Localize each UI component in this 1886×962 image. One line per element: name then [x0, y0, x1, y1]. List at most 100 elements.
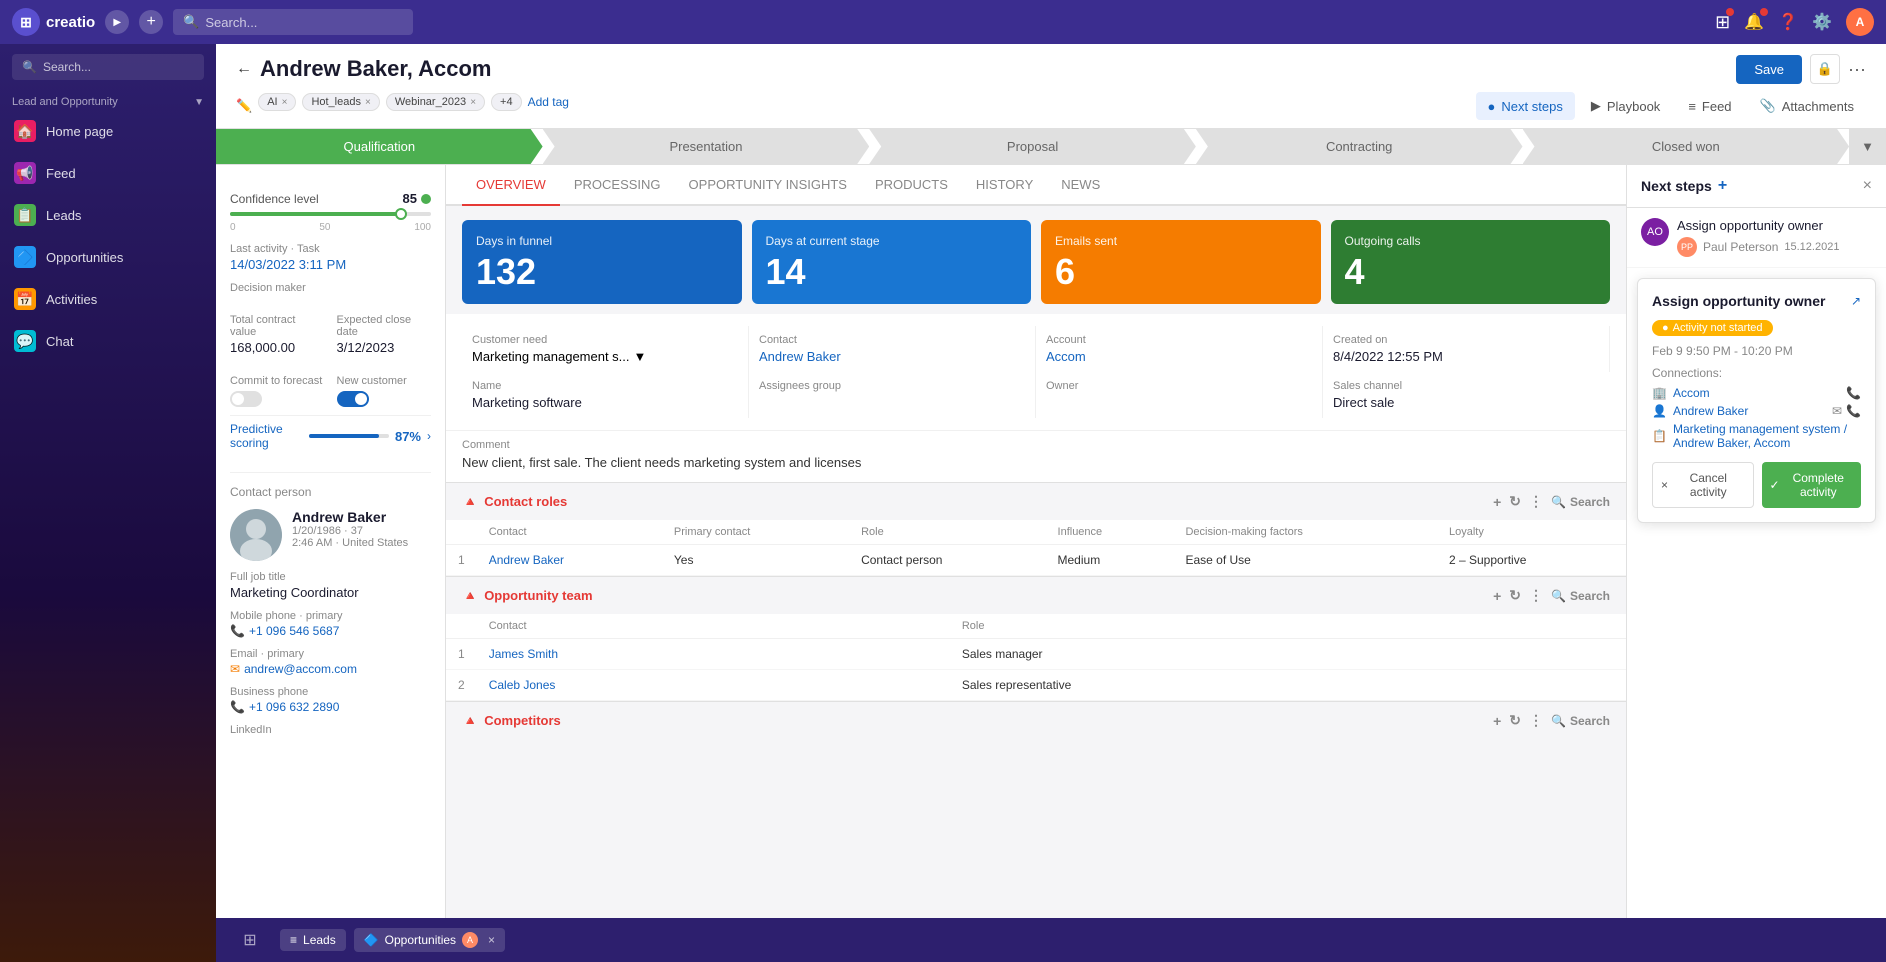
- question-icon[interactable]: ❓: [1778, 12, 1798, 32]
- commit-toggle[interactable]: [230, 391, 262, 407]
- sidebar-item-activities[interactable]: 📅 Activities: [0, 278, 216, 320]
- back-button[interactable]: ←: [236, 60, 252, 78]
- connection-task[interactable]: 📋 Marketing management system / Andrew B…: [1652, 422, 1861, 450]
- row-influence: Medium: [1046, 545, 1174, 576]
- phone-action-icon[interactable]: 📞: [1846, 386, 1861, 400]
- ctab-history[interactable]: HISTORY: [962, 165, 1047, 206]
- more-options-button[interactable]: ···: [1848, 59, 1866, 80]
- more-team-icon[interactable]: ⋮: [1529, 587, 1543, 604]
- phone-icon: 📞: [230, 624, 245, 638]
- refresh-team-icon[interactable]: ↻: [1509, 587, 1521, 604]
- sidebar-item-home[interactable]: 🏠 Home page: [0, 110, 216, 152]
- top-search-box[interactable]: 🔍: [173, 9, 413, 35]
- search-competitors[interactable]: 🔍 Search: [1551, 714, 1610, 728]
- bell-icon[interactable]: 🔔: [1744, 12, 1764, 32]
- col-primary: Primary contact: [662, 520, 849, 545]
- new-customer-toggle[interactable]: [337, 391, 369, 407]
- email-link[interactable]: ✉ andrew@accom.com: [230, 662, 431, 676]
- lock-button[interactable]: 🔒: [1810, 54, 1840, 84]
- user-avatar[interactable]: A: [1846, 8, 1874, 36]
- stage-proposal[interactable]: Proposal: [869, 129, 1196, 164]
- email-action-icon[interactable]: ✉: [1832, 404, 1842, 418]
- ctab-opportunity-insights[interactable]: OPPORTUNITY INSIGHTS: [675, 165, 861, 206]
- assign-popup-title: Assign opportunity owner: [1652, 293, 1825, 309]
- contact-person-title: Contact person: [230, 485, 431, 499]
- connection-andrew[interactable]: 👤 Andrew Baker ✉ 📞: [1652, 404, 1861, 418]
- phone-action-icon2[interactable]: 📞: [1846, 404, 1861, 418]
- row-loyalty: 2 – Supportive: [1437, 545, 1626, 576]
- last-activity-value: 14/03/2022 3:11 PM: [230, 257, 431, 272]
- close-right-panel-button[interactable]: ×: [1863, 177, 1872, 195]
- tag-hot-leads-remove[interactable]: ×: [365, 97, 371, 108]
- job-title-field: Full job title Marketing Coordinator: [230, 571, 431, 600]
- ov-contact-value[interactable]: Andrew Baker: [759, 349, 1025, 364]
- tab-feed[interactable]: ≡ Feed: [1676, 92, 1743, 120]
- more-contact-roles-icon[interactable]: ⋮: [1529, 493, 1543, 510]
- top-search-input[interactable]: [205, 15, 403, 30]
- refresh-contact-roles-icon[interactable]: ↻: [1509, 493, 1521, 510]
- bottom-tab-leads[interactable]: ≡ Leads: [280, 929, 346, 951]
- pred-label[interactable]: Predictive scoring: [230, 422, 309, 450]
- more-competitors-icon[interactable]: ⋮: [1529, 712, 1543, 729]
- search-contact-roles[interactable]: 🔍 Search: [1551, 495, 1610, 509]
- stage-presentation[interactable]: Presentation: [543, 129, 870, 164]
- tab-next-steps[interactable]: ● Next steps: [1476, 92, 1575, 120]
- tab-playbook[interactable]: ▶ Playbook: [1579, 92, 1672, 120]
- add-next-step-button[interactable]: +: [1718, 177, 1727, 195]
- tag-more[interactable]: +4: [491, 93, 522, 111]
- save-button[interactable]: Save: [1736, 55, 1802, 84]
- sidebar-item-chat[interactable]: 💬 Chat: [0, 320, 216, 362]
- competitors-title: Competitors: [484, 713, 561, 728]
- sidebar-module-label[interactable]: Lead and Opportunity ▼: [0, 90, 216, 110]
- tag-ai-remove[interactable]: ×: [282, 97, 288, 108]
- sidebar-search-box[interactable]: 🔍 Search...: [12, 54, 204, 80]
- sidebar-item-feed[interactable]: 📢 Feed: [0, 152, 216, 194]
- ctab-news[interactable]: NEWS: [1047, 165, 1114, 206]
- stage-qualification[interactable]: Qualification: [216, 129, 543, 164]
- search-team[interactable]: 🔍 Search: [1551, 589, 1610, 603]
- team-row2-contact[interactable]: Caleb Jones: [477, 670, 950, 701]
- ctab-overview[interactable]: OVERVIEW: [462, 165, 560, 206]
- business-phone-link[interactable]: 📞 +1 096 632 2890: [230, 700, 431, 714]
- edit-icon: ✏️: [236, 98, 252, 114]
- assign-popup-external-icon[interactable]: ↗: [1851, 294, 1861, 308]
- bottom-tab-opportunities[interactable]: 🔷 Opportunities A ×: [354, 928, 505, 952]
- linkedin-field: LinkedIn: [230, 724, 431, 736]
- confidence-slider[interactable]: [230, 212, 431, 216]
- add-button[interactable]: +: [139, 10, 163, 34]
- ov-customer-need-value[interactable]: Marketing management s... ▼: [472, 349, 738, 364]
- playbook-label: Playbook: [1607, 99, 1660, 114]
- play-button[interactable]: ▶: [105, 10, 129, 34]
- grid-icon[interactable]: ⊞: [1715, 12, 1730, 33]
- opportunity-team-actions: + ↻ ⋮ 🔍 Search: [1493, 587, 1610, 604]
- row-contact[interactable]: Andrew Baker: [477, 545, 662, 576]
- mobile-link[interactable]: 📞 +1 096 546 5687: [230, 624, 431, 638]
- stage-contracting[interactable]: Contracting: [1196, 129, 1523, 164]
- tab-attachments[interactable]: 📎 Attachments: [1748, 92, 1866, 120]
- stage-closed-won[interactable]: Closed won: [1523, 129, 1850, 164]
- ov-sales-channel-label: Sales channel: [1333, 380, 1600, 392]
- bottom-tab-opps-close[interactable]: ×: [488, 933, 495, 947]
- cancel-activity-button[interactable]: × Cancel activity: [1652, 462, 1754, 508]
- add-tag-button[interactable]: Add tag: [528, 95, 569, 109]
- add-contact-role-button[interactable]: +: [1493, 494, 1501, 510]
- complete-activity-button[interactable]: ✓ Complete activity: [1762, 462, 1862, 508]
- sidebar-item-leads[interactable]: 📋 Leads: [0, 194, 216, 236]
- search-competitors-icon: 🔍: [1551, 714, 1566, 728]
- last-activity-date[interactable]: 14/03/2022: [230, 257, 295, 272]
- ov-account-value[interactable]: Accom: [1046, 349, 1312, 364]
- sidebar-item-opportunities[interactable]: 🔷 Opportunities: [0, 236, 216, 278]
- add-team-member-button[interactable]: +: [1493, 588, 1501, 604]
- bottom-open-icon[interactable]: ⊞: [243, 930, 256, 950]
- stage-dropdown[interactable]: ▼: [1849, 129, 1886, 164]
- next-step-label: Assign opportunity owner: [1677, 218, 1839, 233]
- add-competitor-button[interactable]: +: [1493, 713, 1501, 729]
- ctab-processing[interactable]: PROCESSING: [560, 165, 675, 206]
- next-step-item[interactable]: AO Assign opportunity owner PP Paul Pete…: [1627, 208, 1886, 268]
- refresh-competitors-icon[interactable]: ↻: [1509, 712, 1521, 729]
- team-row1-contact[interactable]: James Smith: [477, 639, 950, 670]
- connection-accom[interactable]: 🏢 Accom 📞: [1652, 386, 1861, 400]
- gear-icon[interactable]: ⚙️: [1812, 12, 1832, 32]
- tag-webinar-remove[interactable]: ×: [470, 97, 476, 108]
- ctab-products[interactable]: PRODUCTS: [861, 165, 962, 206]
